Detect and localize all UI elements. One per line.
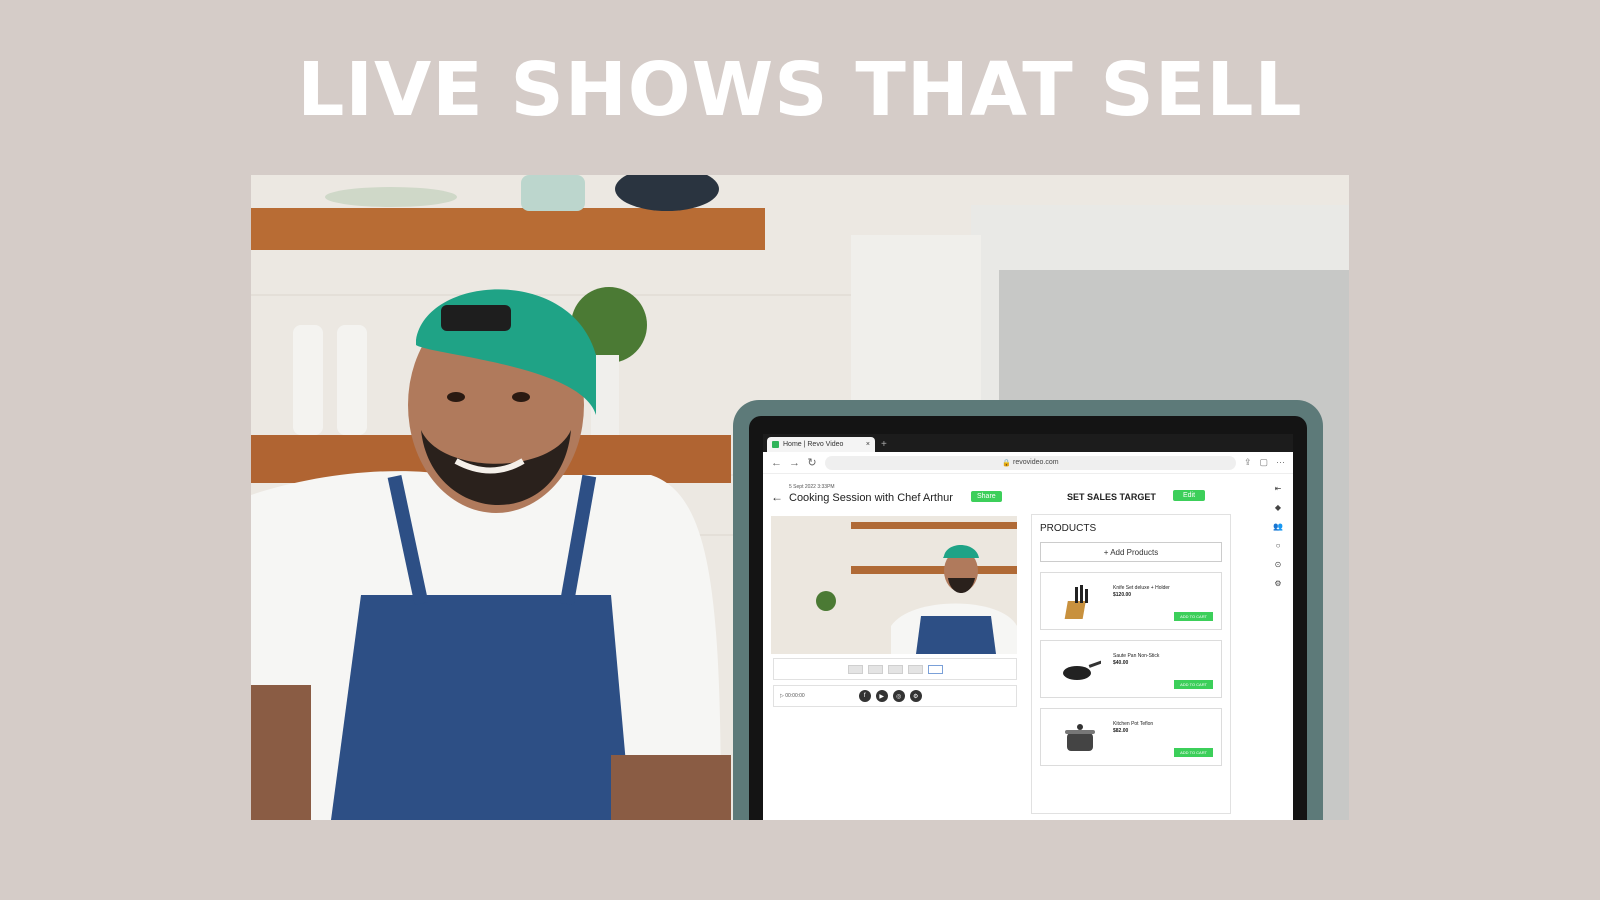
dashboard-content: ← 5 Sept 2022 3:33PM Cooking Session wit… <box>763 474 1293 814</box>
forward-arrow-icon[interactable]: → <box>789 457 800 469</box>
share-button[interactable]: Share <box>971 491 1002 502</box>
tablet-bezel: Home | Revo Video × + ← → ↻ 🔒 revovideo.… <box>749 416 1307 820</box>
session-title: Cooking Session with Chef Arthur <box>789 492 953 504</box>
settings-circle-icon[interactable]: ⚙ <box>909 690 922 702</box>
kitchen-pot-icon <box>1065 724 1095 751</box>
hero-image: Home | Revo Video × + ← → ↻ 🔒 revovideo.… <box>251 175 1349 820</box>
tool-sidebar: ⇤ ◆ 👥 ○ ⊙ ⚙ <box>1271 484 1285 588</box>
more-icon[interactable]: ⋯ <box>1276 457 1285 468</box>
video-thumbnail <box>771 516 1017 654</box>
add-to-cart-button[interactable]: ADD TO CART <box>1174 612 1213 621</box>
product-info: Knife Set deluxe + Holder $120.00 <box>1113 585 1183 599</box>
product-price: $120.00 <box>1113 592 1132 598</box>
lock-icon: 🔒 <box>1002 459 1014 467</box>
layout-option-4[interactable] <box>907 664 923 674</box>
add-products-button[interactable]: + Add Products <box>1040 542 1222 562</box>
reload-icon[interactable]: ↻ <box>807 456 817 469</box>
close-tab-icon[interactable]: × <box>866 441 870 448</box>
product-name: Knife Set deluxe + Holder <box>1113 585 1170 591</box>
gear-icon[interactable]: ⚙ <box>1274 579 1281 588</box>
page-headline: LIVE SHOWS THAT SELL <box>297 47 1303 133</box>
youtube-icon[interactable]: ▶ <box>875 690 888 702</box>
product-price: $40.00 <box>1113 660 1129 666</box>
saute-pan-icon <box>1063 660 1101 680</box>
instagram-icon[interactable]: ◎ <box>892 690 905 702</box>
url-text: revovideo.com <box>1013 459 1059 466</box>
product-card[interactable]: Saute Pan Non-Stick $40.00 ADD TO CART <box>1040 640 1222 698</box>
layout-controls <box>773 658 1017 680</box>
new-tab-icon[interactable]: + <box>881 438 887 452</box>
layout-option-3[interactable] <box>887 664 903 674</box>
player-time: 00:00:00 <box>785 693 805 699</box>
edit-button[interactable]: Edit <box>1173 490 1206 501</box>
address-bar-row: ← → ↻ 🔒 revovideo.com ⇪ ▢ ⋯ <box>763 452 1293 474</box>
browser-tab[interactable]: Home | Revo Video × <box>767 437 875 452</box>
products-panel: PRODUCTS + Add Products Knife Set deluxe… <box>1031 514 1231 814</box>
download-icon[interactable]: ⊙ <box>1275 560 1282 569</box>
product-card[interactable]: Knife Set deluxe + Holder $120.00 ADD TO… <box>1040 572 1222 630</box>
chat-icon[interactable]: ○ <box>1276 541 1281 550</box>
facebook-icon[interactable]: f <box>858 690 871 702</box>
tablet-device: Home | Revo Video × + ← → ↻ 🔒 revovideo.… <box>733 400 1323 820</box>
tabs-icon[interactable]: ▢ <box>1259 457 1268 468</box>
browser-tab-bar: Home | Revo Video × + <box>763 434 1293 452</box>
layout-option-5[interactable] <box>927 664 943 674</box>
share-icon[interactable]: ⇪ <box>1244 457 1252 468</box>
layout-option-2[interactable] <box>867 664 883 674</box>
product-name: Saute Pan Non-Stick <box>1113 653 1160 659</box>
product-info: Saute Pan Non-Stick $40.00 <box>1113 653 1183 667</box>
set-sales-target-label: SET SALES TARGET <box>1067 492 1156 502</box>
favicon-icon <box>772 441 779 448</box>
product-info: Kitchen Pot Teflon $82.00 <box>1113 721 1183 735</box>
browser-tab-title: Home | Revo Video <box>783 441 844 448</box>
url-field[interactable]: 🔒 revovideo.com <box>825 455 1236 470</box>
knife-block-icon <box>1064 585 1088 619</box>
product-name: Kitchen Pot Teflon <box>1113 721 1154 727</box>
layout-option-1[interactable] <box>847 664 863 674</box>
social-buttons: f ▶ ◎ ⚙ <box>858 690 922 702</box>
browser-window: Home | Revo Video × + ← → ↻ 🔒 revovideo.… <box>763 434 1293 820</box>
add-to-cart-button[interactable]: ADD TO CART <box>1174 680 1213 689</box>
tag-icon[interactable]: ◆ <box>1275 503 1281 512</box>
back-arrow-icon[interactable]: ← <box>771 457 782 469</box>
products-heading: PRODUCTS <box>1040 523 1097 534</box>
player-bar: ▷ 00:00:00 f ▶ ◎ ⚙ <box>773 685 1017 707</box>
product-card[interactable]: Kitchen Pot Teflon $82.00 ADD TO CART <box>1040 708 1222 766</box>
video-preview[interactable] <box>771 516 1017 654</box>
add-to-cart-button[interactable]: ADD TO CART <box>1174 748 1213 757</box>
users-icon[interactable]: 👥 <box>1273 522 1283 531</box>
product-price: $82.00 <box>1113 728 1129 734</box>
session-date: 5 Sept 2022 3:33PM <box>789 484 835 490</box>
back-button[interactable]: ← <box>771 490 783 504</box>
collapse-icon[interactable]: ⇤ <box>1275 484 1282 493</box>
